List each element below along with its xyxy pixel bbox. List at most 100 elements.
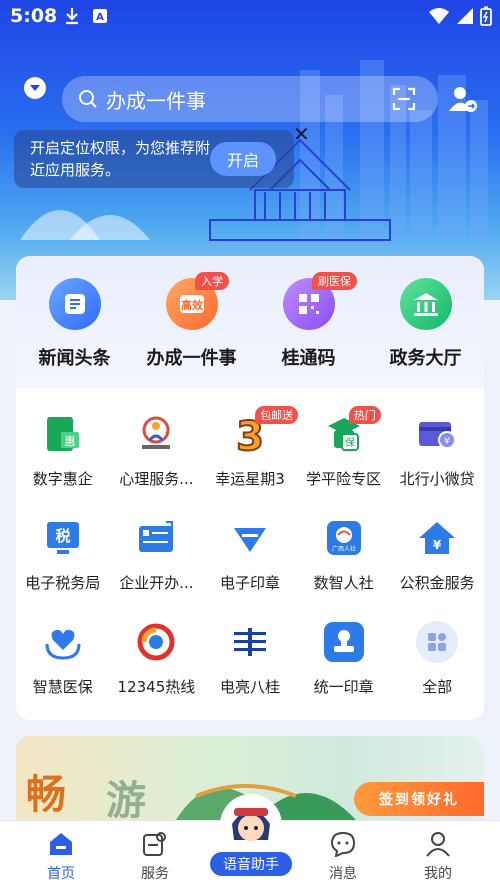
- featured-label: 新闻头条: [38, 348, 111, 369]
- checkin-reward-button[interactable]: 签到领好礼: [354, 782, 484, 816]
- housing-fund-icon: ¥: [415, 516, 459, 560]
- download-icon: [66, 8, 78, 25]
- grid-item-all[interactable]: 全部: [390, 604, 484, 708]
- psychology-service-icon: [134, 412, 178, 456]
- featured-services-row: 新闻头条 入学 高效 办成一件事 刷医保 桂通码 政务大厅: [16, 256, 484, 388]
- location-toggle[interactable]: [24, 77, 46, 99]
- featured-news[interactable]: 新闻头条: [16, 256, 133, 388]
- grid-label: 数字惠企: [32, 470, 93, 488]
- grid-item-psychology[interactable]: 心理服务...: [110, 396, 204, 500]
- grid-item-power-bagui[interactable]: 电亮八桂: [203, 604, 297, 708]
- close-icon[interactable]: ✕: [293, 122, 310, 146]
- badge: 入学: [195, 272, 229, 290]
- tab-profile[interactable]: 我的: [398, 831, 478, 883]
- grid-label: 统一印章: [313, 678, 374, 696]
- government-hall-icon: [399, 278, 452, 330]
- location-permission-prompt: 开启定位权限，为您推荐附近应用服务。 开启: [14, 130, 294, 188]
- enable-location-button[interactable]: 开启: [210, 142, 276, 176]
- service-icon: [143, 832, 166, 856]
- all-apps-icon: [415, 620, 459, 664]
- tab-label: 我的: [424, 866, 452, 882]
- badge: 包邮送: [255, 406, 299, 424]
- svg-text:A: A: [96, 12, 104, 23]
- featured-gov-hall[interactable]: 政务大厅: [367, 256, 484, 388]
- services-grid: 惠 数字惠企 心理服务... 包邮送 3 幸运星期3 热门 保 学平险专区 ¥ …: [16, 396, 484, 708]
- featured-one-thing[interactable]: 入学 高效 办成一件事: [133, 256, 250, 388]
- svg-text:保: 保: [345, 436, 355, 449]
- badge: 热门: [348, 406, 381, 424]
- grid-label: 幸运星期3: [215, 470, 285, 488]
- tab-service[interactable]: 服务: [115, 831, 195, 883]
- grid-label: 12345热线: [117, 678, 196, 696]
- battery-icon: [480, 6, 492, 26]
- grid-label: 公积金服务: [399, 574, 475, 592]
- profile-icon: [426, 832, 450, 857]
- voice-assistant-icon: [221, 795, 281, 855]
- tab-label: 消息: [329, 866, 357, 882]
- grid-item-housing-fund[interactable]: ¥ 公积金服务: [390, 500, 484, 604]
- grid-label: 学平险专区: [306, 470, 382, 488]
- social-security-icon: 广西人社: [322, 516, 366, 560]
- power-bagui-icon: [228, 620, 272, 664]
- grid-label: 心理服务...: [119, 470, 194, 488]
- featured-label: 政务大厅: [389, 348, 462, 369]
- grid-label: 电子税务局: [25, 574, 101, 592]
- grid-label: 北行小微贷: [399, 470, 475, 488]
- grid-item-student-insurance[interactable]: 热门 保 学平险专区: [297, 396, 391, 500]
- grid-item-unified-seal[interactable]: 统一印章: [297, 604, 391, 708]
- status-bar: 5:08 A: [0, 0, 500, 34]
- svg-text:惠: 惠: [64, 434, 75, 448]
- tab-label: 首页: [47, 866, 75, 882]
- scan-icon[interactable]: [392, 87, 416, 111]
- featured-gui-code[interactable]: 刷医保 桂通码: [250, 256, 367, 388]
- e-tax-icon: 税: [41, 516, 85, 560]
- medical-insurance-icon: [41, 620, 85, 664]
- micro-loan-icon: ¥: [415, 412, 459, 456]
- business-setup-icon: [134, 516, 178, 560]
- svg-text:广西人社: 广西人社: [332, 545, 356, 553]
- search-bar[interactable]: 办成一件事: [62, 76, 438, 122]
- news-icon: [48, 278, 101, 330]
- e-seal-icon: [228, 516, 272, 560]
- tab-label: 服务: [141, 866, 169, 882]
- grid-item-micro-loan[interactable]: ¥ 北行小微贷: [390, 396, 484, 500]
- voice-assistant-label: 语音助手: [210, 852, 292, 876]
- home-icon: [50, 833, 72, 855]
- svg-text:¥: ¥: [444, 436, 450, 447]
- featured-label: 办成一件事: [146, 348, 237, 369]
- search-placeholder: 办成一件事: [106, 88, 206, 113]
- grid-label: 全部: [422, 678, 453, 696]
- hotline-icon: [134, 620, 178, 664]
- grid-label: 企业开办...: [119, 574, 194, 592]
- grid-item-e-seal[interactable]: 电子印章: [203, 500, 297, 604]
- featured-label: 桂通码: [281, 348, 336, 369]
- digital-enterprise-icon: 惠: [41, 412, 85, 456]
- tab-home[interactable]: 首页: [21, 831, 101, 883]
- badge: 刷医保: [312, 272, 357, 290]
- chevron-down-icon: [30, 85, 40, 91]
- signal-icon: [457, 8, 473, 24]
- grid-item-social-security[interactable]: 广西人社 数智人社: [297, 500, 391, 604]
- svg-text:游: 游: [106, 778, 146, 820]
- grid-item-business-setup[interactable]: 企业开办...: [110, 500, 204, 604]
- grid-label: 智慧医保: [32, 678, 93, 696]
- svg-text:¥: ¥: [433, 538, 442, 552]
- grid-item-e-tax[interactable]: 税 电子税务局: [16, 500, 110, 604]
- user-switch-icon[interactable]: [448, 84, 478, 114]
- message-icon: [330, 831, 356, 857]
- grid-label: 电亮八桂: [219, 678, 280, 696]
- svg-text:税: 税: [55, 527, 70, 545]
- notification-app-icon: A: [93, 9, 107, 23]
- services-card: 新闻头条 入学 高效 办成一件事 刷医保 桂通码 政务大厅 惠 数字惠企 心理服…: [16, 256, 484, 720]
- voice-assistant-button[interactable]: 语音助手: [206, 790, 294, 882]
- location-prompt-text: 开启定位权限，为您推荐附近应用服务。: [30, 139, 211, 179]
- grid-label: 数智人社: [313, 574, 374, 592]
- grid-item-medical-insurance[interactable]: 智慧医保: [16, 604, 110, 708]
- grid-item-lucky-wednesday[interactable]: 包邮送 3 幸运星期3: [203, 396, 299, 500]
- grid-item-digital-enterprise[interactable]: 惠 数字惠企: [16, 396, 110, 500]
- tab-message[interactable]: 消息: [303, 831, 383, 883]
- grid-item-hotline[interactable]: 12345热线: [110, 604, 204, 708]
- search-icon: [79, 90, 97, 108]
- voice-assistant-avatar: [220, 794, 282, 856]
- unified-seal-icon: [322, 620, 366, 664]
